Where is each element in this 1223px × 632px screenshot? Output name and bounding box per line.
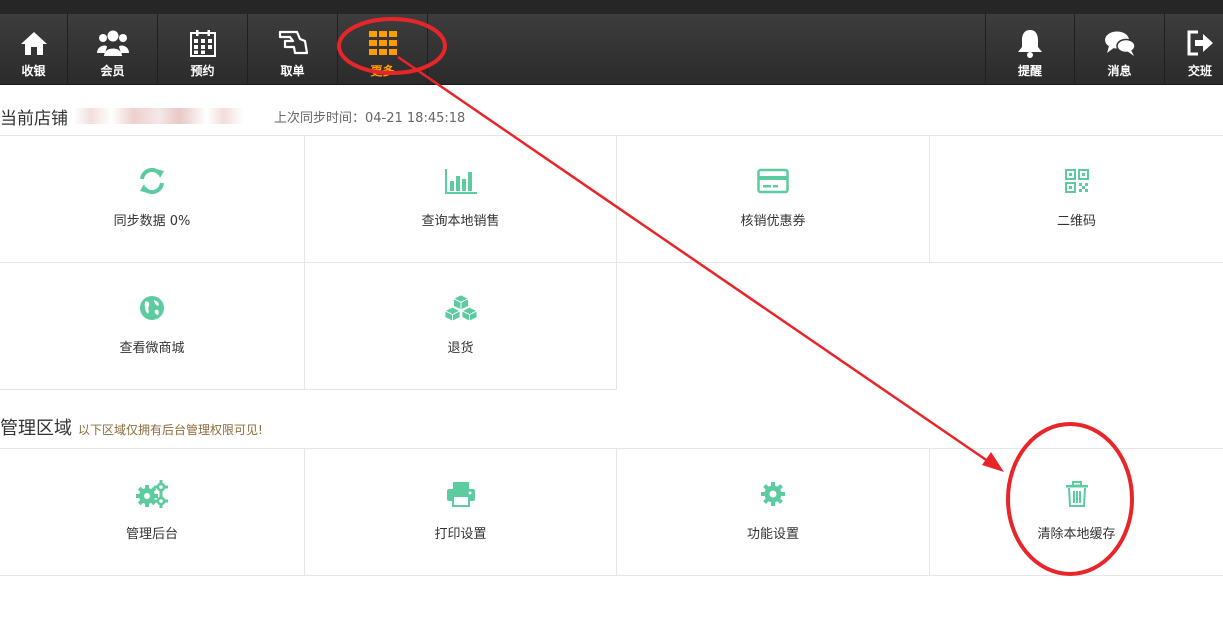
tile-label: 核销优惠券: [740, 214, 806, 229]
boxes-icon: [443, 293, 478, 323]
tile-label: 功能设置: [746, 527, 799, 542]
printer-icon: [444, 479, 478, 509]
nav-item-messages[interactable]: 消息: [1075, 14, 1165, 85]
sync-icon: [135, 166, 169, 196]
tile-label: 查看微商城: [119, 341, 185, 356]
nav-item-reminder[interactable]: 提醒: [985, 14, 1075, 85]
admin-backend-tile[interactable]: 管理后台: [0, 449, 305, 576]
store-name-redacted: [74, 108, 244, 124]
tile-label: 退货: [447, 341, 474, 356]
trash-icon: [1060, 479, 1094, 509]
tile-label: 管理后台: [125, 527, 178, 542]
sync-data-tile[interactable]: 同步数据 0%: [0, 136, 305, 263]
members-icon: [96, 28, 129, 58]
function-settings-tile[interactable]: 功能设置: [617, 449, 930, 576]
qrcode-icon: [1060, 166, 1094, 196]
bell-icon: [1014, 28, 1046, 58]
gear-icon: [756, 479, 790, 509]
nav-item-more[interactable]: 更多: [338, 14, 428, 85]
chat-icon: [1104, 28, 1136, 58]
nav-label: 收银: [21, 64, 46, 78]
coupon-redeem-tile[interactable]: 核销优惠券: [617, 136, 930, 263]
tile-label: 打印设置: [434, 527, 487, 542]
view-mall-tile[interactable]: 查看微商城: [0, 263, 305, 390]
nav-label: 更多: [370, 64, 395, 78]
bar-chart-icon: [444, 166, 478, 196]
nav-item-members[interactable]: 会员: [68, 14, 158, 85]
store-label: 当前店铺: [0, 108, 68, 129]
nav-label: 会员: [100, 64, 125, 78]
tile-label: 同步数据 0%: [113, 214, 191, 229]
admin-section-header: 管理区域 以下区域仅拥有后台管理权限可见!: [0, 414, 263, 439]
local-sales-tile[interactable]: 查询本地销售: [305, 136, 617, 263]
nav-label: 消息: [1107, 64, 1132, 78]
nav-item-pickup[interactable]: 取单: [248, 14, 338, 85]
home-icon: [18, 28, 50, 58]
grid-icon: [367, 28, 399, 58]
gears-icon: [135, 479, 169, 509]
admin-title: 管理区域: [0, 418, 72, 439]
calendar-icon: [187, 28, 219, 58]
nav-item-cashier[interactable]: 收银: [0, 14, 68, 85]
nav-label: 交班: [1187, 64, 1212, 78]
admin-grid: 管理后台 打印设置 功能设置 清除本地缓存: [0, 448, 1223, 576]
nav-item-booking[interactable]: 预约: [158, 14, 248, 85]
admin-note: 以下区域仅拥有后台管理权限可见!: [78, 423, 263, 437]
function-grid: 同步数据 0% 查询本地销售 核销优惠券 二维码 查看微商城 退货: [0, 135, 1223, 390]
qrcode-tile[interactable]: 二维码: [930, 136, 1223, 263]
print-settings-tile[interactable]: 打印设置: [305, 449, 617, 576]
nav-item-handover[interactable]: 交班: [1165, 14, 1223, 85]
tile-label: 查询本地销售: [421, 214, 500, 229]
nav-label: 提醒: [1017, 64, 1042, 78]
globe-icon: [135, 293, 169, 323]
nav-label: 预约: [190, 64, 215, 78]
tile-label: 二维码: [1056, 214, 1096, 229]
logout-icon: [1184, 28, 1216, 58]
top-navbar: 收银 会员 预约 取单 更多 提醒 消息 交班: [0, 14, 1223, 85]
sync-time: 上次同步时间：04-21 18:45:18: [274, 110, 466, 126]
window-top-strip: [0, 0, 1223, 14]
clear-cache-tile[interactable]: 清除本地缓存: [930, 449, 1223, 576]
tile-label: 清除本地缓存: [1037, 527, 1116, 542]
nav-label: 取单: [280, 64, 305, 78]
store-info: 当前店铺 上次同步时间：04-21 18:45:18: [0, 104, 466, 129]
credit-card-icon: [756, 166, 790, 196]
takeout-icon: [277, 28, 309, 58]
return-goods-tile[interactable]: 退货: [305, 263, 617, 390]
